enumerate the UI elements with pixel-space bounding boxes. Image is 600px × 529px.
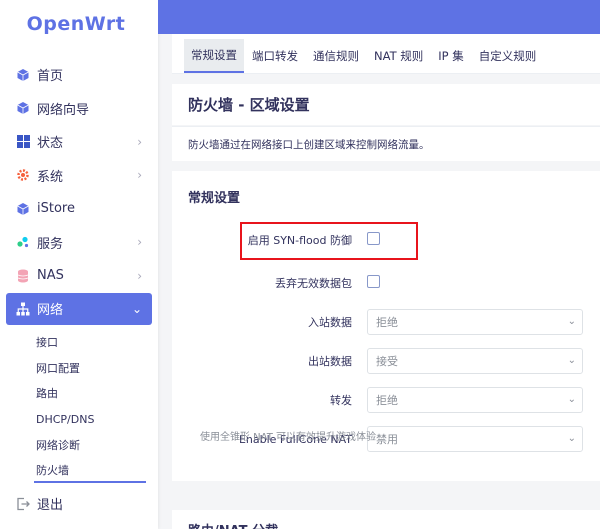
submenu-item-port-config[interactable]: 网口配置 (0, 355, 158, 381)
tab-general-settings[interactable]: 常规设置 (184, 39, 244, 73)
submenu-item-firewall[interactable]: 防火墙 (0, 457, 158, 483)
page-title: 防火墙 - 区域设置 (172, 84, 600, 125)
tab-ip-sets[interactable]: IP 集 (431, 39, 470, 73)
app-logo[interactable]: OpenWrt (0, 0, 158, 48)
database-icon (16, 269, 30, 283)
chevron-down-icon: ⌄ (567, 394, 576, 405)
page-description: 防火墙通过在网络接口上创建区域来控制网络流量。 (172, 126, 600, 161)
section-title: 常规设置 (188, 191, 241, 206)
input-row: 入站数据 拒绝 ⌄ (172, 308, 600, 336)
highlight-box (240, 222, 418, 260)
sidebar-item-label: NAS (37, 268, 64, 284)
logout-button[interactable]: 退出 (0, 487, 158, 521)
chevron-right-icon: › (137, 168, 142, 183)
sidebar-item-label: 服务 (37, 236, 64, 252)
sidebar: OpenWrt 首页 网络向导 状态 › 系统 › iStore 服务 › NA… (0, 0, 158, 529)
sidebar-item-home[interactable]: 首页 (0, 58, 158, 92)
sidebar-item-label: 网络向导 (37, 102, 90, 118)
tab-nat-rules[interactable]: NAT 规则 (367, 39, 430, 73)
sidebar-item-network[interactable]: 网络 ⌄ (6, 292, 152, 325)
sidebar-item-wizard[interactable]: 网络向导 (0, 92, 158, 126)
input-label: 入站数据 (308, 316, 352, 329)
sidebar-item-nas[interactable]: NAS › (0, 259, 158, 293)
submenu-item-dhcp-dns[interactable]: DHCP/DNS (0, 406, 158, 432)
chevron-down-icon: ⌄ (131, 301, 142, 316)
chevron-down-icon: ⌄ (567, 355, 576, 366)
sidebar-item-label: 网络 (37, 303, 64, 318)
cube-icon (16, 101, 30, 115)
chevron-right-icon: › (137, 134, 142, 149)
gear-icon (16, 168, 30, 182)
sidebar-item-label: iStore (37, 201, 75, 217)
next-section-title: 路由/NAT 分载 (188, 520, 600, 529)
forward-policy-value: 拒绝 (376, 394, 398, 407)
network-icon (16, 302, 30, 316)
forward-label: 转发 (330, 394, 352, 407)
main-content: 常规设置 端口转发 通信规则 NAT 规则 IP 集 自定义规则 防火墙 - 区… (172, 34, 600, 529)
cube-icon (16, 202, 30, 216)
sidebar-item-services[interactable]: 服务 › (0, 226, 158, 260)
output-label: 出站数据 (308, 355, 352, 368)
next-section-card: 路由/NAT 分载 (172, 510, 600, 529)
tab-port-forwards[interactable]: 端口转发 (245, 39, 305, 73)
grid-icon (16, 135, 30, 149)
forward-row: 转发 拒绝 ⌄ (172, 386, 600, 414)
network-submenu: 接口 网口配置 路由 DHCP/DNS 网络诊断 防火墙 (0, 330, 158, 484)
fullcone-nat-select[interactable]: 禁用 ⌄ (367, 426, 583, 452)
firewall-tabs: 常规设置 端口转发 通信规则 NAT 规则 IP 集 自定义规则 (172, 34, 600, 74)
tab-traffic-rules[interactable]: 通信规则 (306, 39, 366, 73)
input-policy-value: 拒绝 (376, 316, 398, 329)
output-row: 出站数据 接受 ⌄ (172, 347, 600, 375)
drop-invalid-row: 丢弃无效数据包 (172, 269, 600, 297)
tab-custom-rules[interactable]: 自定义规则 (472, 39, 544, 73)
fullcone-nat-value: 禁用 (376, 433, 398, 446)
sidebar-item-label: 状态 (37, 136, 64, 152)
input-policy-select[interactable]: 拒绝 ⌄ (367, 309, 583, 335)
sidebar-nav: 首页 网络向导 状态 › 系统 › iStore 服务 › NAS › 网络 ⌄ (0, 58, 158, 325)
sidebar-item-label: 系统 (37, 169, 64, 185)
puzzle-icon (16, 235, 30, 249)
output-policy-value: 接受 (376, 355, 398, 368)
chevron-down-icon: ⌄ (567, 433, 576, 444)
submenu-item-interfaces[interactable]: 接口 (0, 330, 158, 356)
drop-invalid-label: 丢弃无效数据包 (275, 277, 352, 290)
submenu-item-diagnostics[interactable]: 网络诊断 (0, 432, 158, 458)
sidebar-item-istore[interactable]: iStore (0, 192, 158, 226)
chevron-right-icon: › (137, 268, 142, 283)
forward-policy-select[interactable]: 拒绝 ⌄ (367, 387, 583, 413)
sidebar-item-system[interactable]: 系统 › (0, 159, 158, 193)
logout-icon (16, 497, 30, 511)
sidebar-item-status[interactable]: 状态 › (0, 125, 158, 159)
cube-icon (16, 68, 30, 82)
fullcone-help-text: 使用全锥形 NAT 可以有效提升游戏体验 (200, 432, 377, 443)
output-policy-select[interactable]: 接受 ⌄ (367, 348, 583, 374)
drop-invalid-checkbox[interactable] (367, 275, 380, 288)
chevron-right-icon: › (137, 235, 142, 250)
logout-label: 退出 (37, 498, 64, 514)
chevron-down-icon: ⌄ (567, 316, 576, 327)
sidebar-item-label: 首页 (37, 69, 64, 85)
top-header-bar (158, 0, 600, 34)
submenu-item-routes[interactable]: 路由 (0, 381, 158, 407)
